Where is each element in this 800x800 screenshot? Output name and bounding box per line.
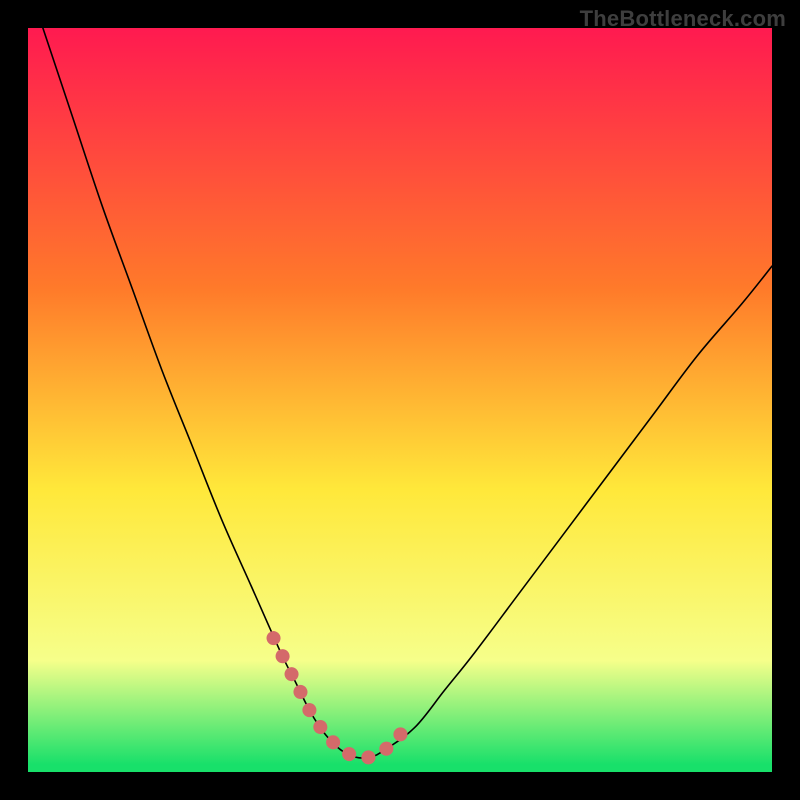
watermark-text: TheBottleneck.com — [580, 6, 786, 32]
chart-frame: TheBottleneck.com — [0, 0, 800, 800]
plot-svg — [28, 28, 772, 772]
plot-area — [28, 28, 772, 772]
